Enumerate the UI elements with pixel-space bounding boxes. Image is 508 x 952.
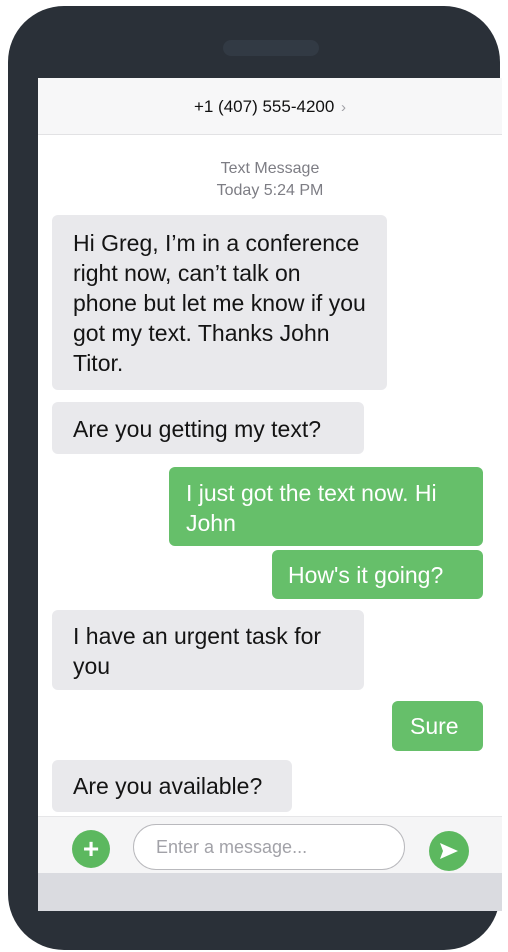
message-text: I just got the text now. Hi John (186, 480, 437, 536)
incoming-message-bubble[interactable]: Are you available? (52, 760, 292, 812)
conversation-header[interactable]: +1 (407) 555-4200 › (38, 78, 502, 135)
outgoing-message-bubble[interactable]: I just got the text now. Hi John (169, 467, 483, 546)
plus-icon: + (82, 833, 100, 864)
message-text: I have an urgent task for you (73, 623, 322, 679)
message-type-label: Text Message (220, 160, 320, 177)
message-text: Are you getting my text? (73, 416, 322, 442)
phone-frame: +1 (407) 555-4200 › Text Message Today 5… (8, 6, 502, 950)
chevron-right-icon[interactable]: › (341, 99, 346, 116)
bottom-bar (38, 873, 502, 911)
outgoing-message-bubble[interactable]: How's it going? (272, 550, 483, 599)
send-icon (440, 843, 458, 859)
incoming-message-bubble[interactable]: I have an urgent task for you (52, 610, 364, 690)
messages-screen: +1 (407) 555-4200 › Text Message Today 5… (38, 78, 502, 911)
add-attachment-button[interactable]: + (72, 830, 110, 868)
message-time: Today 5:24 PM (216, 182, 324, 199)
message-input[interactable] (133, 824, 405, 870)
message-text: Sure (410, 713, 459, 739)
incoming-message-bubble[interactable]: Are you getting my text? (52, 402, 364, 454)
message-text: Hi Greg, I’m in a conference right now, … (73, 230, 366, 376)
message-composer: + (38, 816, 502, 874)
thread-timestamp: Text Message Today 5:24 PM (38, 158, 502, 202)
send-button[interactable] (429, 831, 469, 871)
message-text: Are you available? (73, 773, 263, 799)
message-text: How's it going? (288, 562, 444, 588)
outgoing-message-bubble[interactable]: Sure (392, 701, 483, 751)
incoming-message-bubble[interactable]: Hi Greg, I’m in a conference right now, … (52, 215, 387, 390)
phone-speaker (223, 40, 319, 56)
contact-number[interactable]: +1 (407) 555-4200 (194, 97, 334, 116)
